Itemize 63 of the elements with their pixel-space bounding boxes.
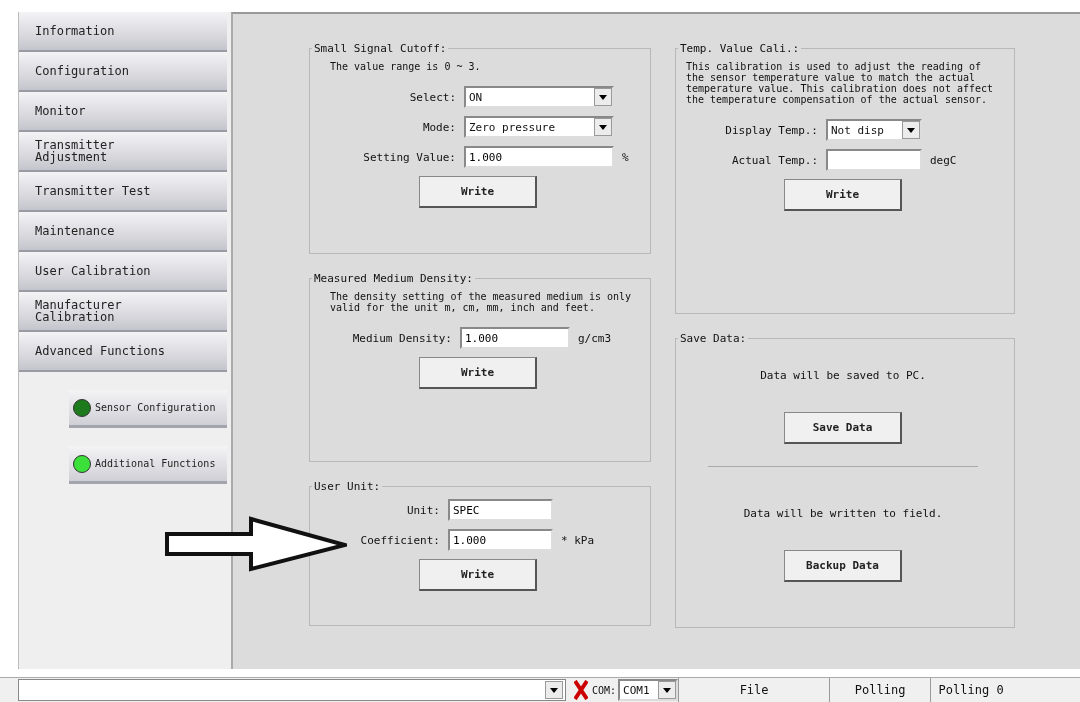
dropdown-field[interactable]: Not disp <box>826 119 922 141</box>
sidebar-item[interactable]: Monitor <box>19 92 227 132</box>
unit-label: g/cm3 <box>578 331 613 345</box>
unit-label: % <box>622 150 630 164</box>
dropdown-button[interactable] <box>545 681 563 699</box>
input-field[interactable]: 1.000 <box>464 146 614 168</box>
sidebar-item[interactable]: Transmitter Adjustment <box>19 132 227 172</box>
data-button[interactable]: Save Data <box>784 412 902 444</box>
input-field[interactable]: 1.000 <box>448 529 553 551</box>
field-label: Coefficient: <box>359 533 440 547</box>
com-port-dropdown[interactable]: COM1 <box>618 679 679 701</box>
disconnected-x-icon <box>574 680 588 700</box>
unit-label: * kPa <box>561 533 596 547</box>
status-pane: Polling 0 <box>930 678 1012 702</box>
input-field[interactable]: SPEC <box>448 499 553 521</box>
sub-menu-item[interactable]: Additional Functions <box>69 446 227 484</box>
description-text: The value range is 0 ~ 3. <box>329 61 482 72</box>
sidebar-item[interactable]: Configuration <box>19 52 227 92</box>
sub-menu-item[interactable]: Sensor Configuration <box>69 390 227 428</box>
group-title: User Unit: <box>313 480 382 493</box>
caret-down-icon <box>550 687 558 693</box>
group-title: Save Data: <box>679 332 748 345</box>
field-label: Select: <box>408 90 456 104</box>
caret-down-icon <box>599 94 607 100</box>
write-button[interactable]: Write <box>419 559 537 591</box>
info-text: Data will be saved to PC. <box>759 369 927 382</box>
status-pane: Polling <box>829 678 931 702</box>
dropdown-button[interactable] <box>594 88 612 106</box>
sidebar-item[interactable]: Advanced Functions <box>19 332 227 372</box>
write-button[interactable]: Write <box>784 179 902 211</box>
status-pane: File <box>678 678 830 702</box>
field-label: Medium Density: <box>351 331 452 345</box>
field-label: Unit: <box>405 503 440 517</box>
caret-down-icon <box>907 127 915 133</box>
description-text: The density setting of the measured medium is only valid for the unit m, cm, mm, inch and feet. <box>329 291 633 313</box>
dropdown-button[interactable] <box>594 118 612 136</box>
write-button[interactable]: Write <box>419 357 537 389</box>
dropdown-button[interactable] <box>658 681 677 699</box>
data-button[interactable]: Backup Data <box>784 550 902 582</box>
input-field[interactable]: 1.000 <box>460 327 570 349</box>
field-label: Display Temp.: <box>724 123 818 137</box>
dropdown-field[interactable]: ON <box>464 86 614 108</box>
info-text: Data will be written to field. <box>742 507 944 520</box>
com-label: COM: <box>592 684 617 696</box>
sidebar-item[interactable]: User Calibration <box>19 252 227 292</box>
caret-down-icon <box>663 687 672 693</box>
field-label: Actual Temp.: <box>730 153 818 167</box>
unit-label: degC <box>930 153 958 167</box>
group-title: Temp. Value Cali.: <box>679 42 801 55</box>
caret-down-icon <box>599 124 607 130</box>
field-label: Setting Value: <box>362 150 456 164</box>
field-label: Mode: <box>421 120 456 134</box>
sidebar-item[interactable]: Maintenance <box>19 212 227 252</box>
group-title: Small Signal Cutoff: <box>313 42 448 55</box>
dropdown-field[interactable]: Zero pressure <box>464 116 614 138</box>
sidebar-item[interactable]: Manufacturer Calibration <box>19 292 227 332</box>
sidebar-item[interactable]: Transmitter Test <box>19 172 227 212</box>
input-field[interactable] <box>826 149 922 171</box>
description-text: This calibration is used to adjust the reading of the sensor temperature value to match the actual temperature value. This calibration does not affect the temperature compensation of the actual sensor. <box>685 61 995 105</box>
dropdown-button[interactable] <box>902 121 920 139</box>
sidebar-item[interactable]: Information <box>19 12 227 52</box>
write-button[interactable]: Write <box>419 176 537 208</box>
group-title: Measured Medium Density: <box>313 272 474 285</box>
